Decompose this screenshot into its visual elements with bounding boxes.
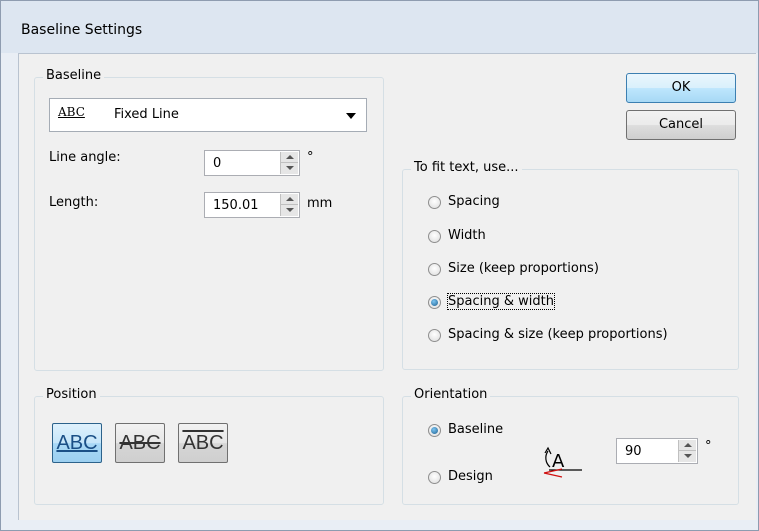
line-angle-unit: °	[307, 150, 314, 165]
chevron-down-icon[interactable]	[346, 113, 356, 119]
baseline-type-combo[interactable]: ABC Fixed Line	[49, 98, 367, 132]
fit-option-label: Size (keep proportions)	[448, 261, 599, 276]
orientation-option-label: Baseline	[448, 422, 504, 437]
spin-down-icon[interactable]	[679, 451, 696, 462]
fit-option-label: Spacing & size (keep proportions)	[448, 327, 668, 342]
line-angle-value[interactable]: 0	[213, 156, 221, 171]
spin-up-icon[interactable]	[281, 194, 298, 205]
orientation-group: Orientation Baseline Design A 90 °	[402, 387, 739, 505]
position-strike-text: ABC	[119, 432, 161, 454]
ok-button[interactable]: OK	[626, 73, 736, 103]
position-underline-button[interactable]: ABC	[52, 423, 102, 463]
cancel-button[interactable]: Cancel	[626, 110, 736, 140]
fit-text-group: To fit text, use... Spacing Width Size (…	[402, 160, 739, 370]
position-overline-text: ABC	[182, 432, 224, 454]
length-unit: mm	[307, 196, 333, 211]
fit-option-label: Spacing	[448, 194, 500, 209]
baseline-abc-icon: ABC	[58, 105, 85, 119]
spin-up-icon[interactable]	[679, 440, 696, 451]
spin-down-icon[interactable]	[281, 163, 298, 174]
radio-baseline[interactable]	[428, 424, 441, 437]
length-label: Length:	[49, 195, 99, 210]
line-angle-label: Line angle:	[49, 150, 121, 165]
radio-design[interactable]	[428, 471, 441, 484]
spin-down-icon[interactable]	[281, 205, 298, 216]
title-bar: Baseline Settings	[1, 1, 758, 53]
radio-spacing[interactable]	[428, 196, 441, 209]
position-strike-button[interactable]: ABC	[115, 423, 165, 463]
window-title: Baseline Settings	[21, 22, 143, 38]
radio-size[interactable]	[428, 263, 441, 276]
fit-text-group-label: To fit text, use...	[411, 160, 522, 175]
length-spin-buttons	[280, 194, 298, 216]
baseline-type-value: Fixed Line	[114, 107, 179, 122]
orientation-group-label: Orientation	[411, 387, 491, 402]
orientation-angle-spin-buttons	[678, 440, 696, 462]
rotation-angle-letter: A	[552, 451, 565, 472]
length-value[interactable]: 150.01	[213, 198, 259, 213]
position-overline-button[interactable]: ABC	[178, 423, 228, 463]
position-group: Position ABC ABC ABC	[34, 387, 384, 505]
spin-up-icon[interactable]	[281, 152, 298, 163]
baseline-group: Baseline ABC Fixed Line Line angle: 0 ° …	[34, 68, 384, 371]
baseline-settings-dialog: Baseline Settings Baseline ABC Fixed Lin…	[0, 0, 759, 531]
radio-width[interactable]	[428, 230, 441, 243]
line-angle-spin-buttons	[280, 152, 298, 174]
length-spinner[interactable]: 150.01	[204, 192, 300, 218]
baseline-group-label: Baseline	[43, 68, 105, 83]
position-underline-text: ABC	[56, 432, 98, 454]
line-angle-spinner[interactable]: 0	[204, 150, 300, 176]
fit-option-label: Width	[448, 228, 486, 243]
radio-spacing-size[interactable]	[428, 329, 441, 342]
rotation-angle-icon: A	[543, 446, 582, 478]
orientation-angle-value[interactable]: 90	[625, 444, 642, 459]
orientation-angle-spinner[interactable]: 90	[616, 438, 698, 464]
dialog-client-area: Baseline ABC Fixed Line Line angle: 0 ° …	[18, 53, 756, 520]
orientation-option-label: Design	[448, 469, 493, 484]
fit-option-label: Spacing & width	[447, 293, 555, 310]
position-group-label: Position	[43, 387, 100, 402]
radio-spacing-width[interactable]	[428, 296, 441, 309]
orientation-angle-unit: °	[705, 439, 712, 454]
